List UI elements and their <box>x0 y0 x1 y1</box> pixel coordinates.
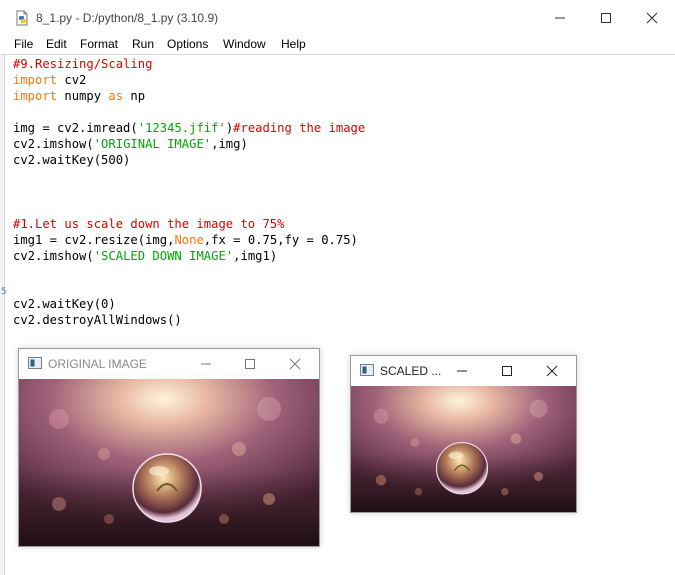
code-line[interactable] <box>13 168 673 184</box>
code-line[interactable]: import numpy as np <box>13 88 673 104</box>
cv-window-scaled-title: SCALED ... <box>380 364 442 378</box>
code-line[interactable] <box>13 280 673 296</box>
code-line[interactable] <box>13 104 673 120</box>
menu-run[interactable]: Run <box>132 37 154 51</box>
code-comment: #9.Resizing/Scaling <box>13 57 153 71</box>
maximize-icon <box>245 359 255 369</box>
code-token: ,fx = 0.75,fy = 0.75) <box>203 233 358 247</box>
cv-window-scaled-titlebar[interactable]: SCALED ... <box>351 356 576 386</box>
cv-original-maximize-button[interactable] <box>228 349 272 379</box>
gutter-mark: 5 <box>1 287 7 297</box>
cv-original-minimize-button[interactable] <box>184 349 228 379</box>
minimize-icon <box>457 370 467 372</box>
cv-scaled-maximize-button[interactable] <box>485 356 529 386</box>
code-line[interactable]: #1.Let us scale down the image to 75% <box>13 216 673 232</box>
menu-help[interactable]: Help <box>281 37 306 51</box>
code-line[interactable]: img1 = cv2.resize(img,None,fx = 0.75,fy … <box>13 232 673 248</box>
menu-window[interactable]: Window <box>223 37 266 51</box>
code-line[interactable]: cv2.imshow('ORIGINAL IMAGE',img) <box>13 136 673 152</box>
code-string: '12345.jfif' <box>137 121 226 135</box>
cv-window-original-title: ORIGINAL IMAGE <box>48 357 147 371</box>
close-button[interactable] <box>629 0 675 36</box>
menu-bar: File Edit Format Run Options Window Help <box>0 36 675 54</box>
maximize-button[interactable] <box>583 0 629 36</box>
code-token: numpy <box>57 89 109 103</box>
maximize-icon <box>502 366 512 376</box>
code-token: cv2.imshow( <box>13 137 94 151</box>
cv-window-original[interactable]: ORIGINAL IMAGE <box>18 348 320 547</box>
original-image-photo <box>19 379 319 546</box>
close-icon <box>289 358 301 370</box>
cv-scaled-minimize-button[interactable] <box>440 356 484 386</box>
cv-scaled-close-button[interactable] <box>530 356 574 386</box>
code-string: 'SCALED DOWN IMAGE' <box>93 249 234 263</box>
close-icon <box>546 365 558 377</box>
code-token: cv2.waitKey(0) <box>13 297 116 311</box>
code-token: cv2.waitKey(500) <box>13 153 131 167</box>
minimize-icon <box>201 363 211 365</box>
code-keyword: import <box>13 73 58 87</box>
code-line[interactable]: cv2.waitKey(500) <box>13 152 673 168</box>
python-file-icon <box>16 10 28 26</box>
opencv-window-icon <box>28 357 42 369</box>
code-token: cv2 <box>57 73 87 87</box>
menu-divider <box>0 54 675 55</box>
code-token: img = cv2.imread( <box>13 121 138 135</box>
menu-format[interactable]: Format <box>80 37 118 51</box>
code-comment: #reading the image <box>233 121 366 135</box>
cv-window-scaled[interactable]: SCALED ... <box>350 355 577 513</box>
bokeh-glass-sphere-photo <box>19 379 319 546</box>
code-line[interactable] <box>13 264 673 280</box>
code-token: cv2.imshow( <box>13 249 94 263</box>
code-line[interactable]: #9.Resizing/Scaling <box>13 56 673 72</box>
code-line[interactable] <box>13 200 673 216</box>
code-line[interactable]: cv2.waitKey(0) <box>13 296 673 312</box>
code-line[interactable]: cv2.imshow('SCALED DOWN IMAGE',img1) <box>13 248 673 264</box>
bokeh-glass-sphere-photo-scaled <box>351 386 576 512</box>
window-title: 8_1.py - D:/python/8_1.py (3.10.9) <box>36 11 219 25</box>
code-editor[interactable]: #9.Resizing/Scaling import cv2 import nump… <box>13 56 673 328</box>
close-icon <box>646 12 658 24</box>
code-line[interactable]: img = cv2.imread('12345.jfif')#reading t… <box>13 120 673 136</box>
code-line[interactable]: import cv2 <box>13 72 673 88</box>
code-line[interactable]: cv2.destroyAllWindows() <box>13 312 673 328</box>
code-comment: #1.Let us scale down the image to 75% <box>13 217 285 231</box>
scaled-image-photo <box>351 386 576 512</box>
code-token: img1 = cv2.resize(img, <box>13 233 175 247</box>
code-line[interactable] <box>13 184 673 200</box>
code-token: ,img) <box>211 137 248 151</box>
code-token: cv2.destroyAllWindows() <box>13 313 182 327</box>
left-window-edge: 5 <box>0 55 7 575</box>
idle-titlebar: 8_1.py - D:/python/8_1.py (3.10.9) <box>0 0 675 36</box>
maximize-icon <box>601 13 611 23</box>
code-token: ,img1) <box>233 249 278 263</box>
opencv-window-icon <box>360 364 374 376</box>
menu-edit[interactable]: Edit <box>46 37 67 51</box>
code-keyword: as <box>108 89 124 103</box>
code-keyword: None <box>174 233 204 247</box>
minimize-button[interactable] <box>537 0 583 36</box>
cv-original-close-button[interactable] <box>273 349 317 379</box>
code-keyword: import <box>13 89 58 103</box>
cv-window-original-titlebar[interactable]: ORIGINAL IMAGE <box>19 349 319 379</box>
menu-options[interactable]: Options <box>167 37 208 51</box>
menu-file[interactable]: File <box>14 37 33 51</box>
code-string: 'ORIGINAL IMAGE' <box>93 137 212 151</box>
code-token: np <box>123 89 146 103</box>
minimize-icon <box>555 17 565 19</box>
